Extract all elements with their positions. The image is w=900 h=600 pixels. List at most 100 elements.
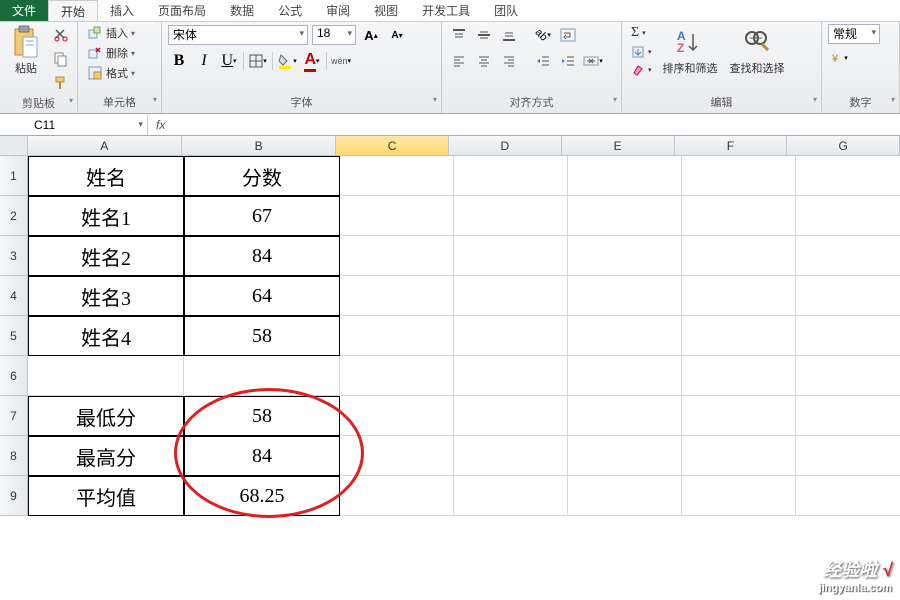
name-box[interactable]: C11 [28, 114, 148, 135]
cell[interactable] [682, 436, 796, 476]
cell[interactable] [454, 196, 568, 236]
cell[interactable] [568, 396, 682, 436]
cell-a3[interactable]: 姓名2 [28, 236, 184, 276]
underline-button[interactable]: U▾ [218, 50, 240, 72]
cell-a1[interactable]: 姓名 [28, 156, 184, 196]
cell-a5[interactable]: 姓名4 [28, 316, 184, 356]
cell[interactable] [796, 236, 900, 276]
paste-button[interactable]: 粘贴 [6, 24, 46, 78]
align-bottom-button[interactable] [498, 24, 520, 46]
clear-button[interactable]: ▾ [628, 62, 655, 78]
cell[interactable] [340, 156, 454, 196]
cells-area[interactable]: 姓名 分数 姓名1 67 姓名2 84 姓名3 64 姓名4 58 最低分 58… [28, 156, 900, 600]
font-name-combo[interactable]: 宋体 [168, 25, 308, 45]
select-all-corner[interactable] [0, 136, 28, 156]
fill-button[interactable]: ▾ [628, 44, 655, 60]
cell[interactable] [682, 236, 796, 276]
cell[interactable] [454, 156, 568, 196]
col-header-g[interactable]: G [787, 136, 900, 156]
decrease-indent-button[interactable] [532, 50, 554, 72]
cells-delete-button[interactable]: 删除▾ [84, 44, 138, 62]
cell-b2[interactable]: 67 [184, 196, 340, 236]
row-header-3[interactable]: 3 [0, 236, 28, 276]
cell[interactable] [796, 156, 900, 196]
increase-font-button[interactable]: A▴ [360, 24, 382, 46]
cell-b8[interactable]: 84 [184, 436, 340, 476]
font-size-combo[interactable]: 18 [312, 25, 356, 45]
cell[interactable] [340, 236, 454, 276]
tab-view[interactable]: 视图 [362, 0, 410, 21]
cell[interactable] [682, 156, 796, 196]
cell-a7[interactable]: 最低分 [28, 396, 184, 436]
cell[interactable] [454, 236, 568, 276]
cell-b7[interactable]: 58 [184, 396, 340, 436]
cell[interactable] [340, 316, 454, 356]
row-header-5[interactable]: 5 [0, 316, 28, 356]
cell[interactable] [682, 356, 796, 396]
row-header-8[interactable]: 8 [0, 436, 28, 476]
cell[interactable] [454, 316, 568, 356]
col-header-d[interactable]: D [449, 136, 562, 156]
copy-button[interactable] [50, 48, 72, 70]
cells-insert-button[interactable]: 插入▾ [84, 24, 138, 42]
align-top-button[interactable] [448, 24, 470, 46]
tab-file[interactable]: 文件 [0, 0, 48, 21]
cell-b1[interactable]: 分数 [184, 156, 340, 196]
cell-a2[interactable]: 姓名1 [28, 196, 184, 236]
cell-b5[interactable]: 58 [184, 316, 340, 356]
find-select-button[interactable]: 查找和选择 [726, 24, 789, 78]
cell[interactable] [682, 316, 796, 356]
border-button[interactable]: ▾ [247, 50, 269, 72]
cell[interactable] [568, 316, 682, 356]
row-header-6[interactable]: 6 [0, 356, 28, 396]
col-header-b[interactable]: B [182, 136, 336, 156]
row-header-4[interactable]: 4 [0, 276, 28, 316]
cell[interactable] [568, 476, 682, 516]
col-header-c[interactable]: C [336, 136, 449, 156]
increase-indent-button[interactable] [557, 50, 579, 72]
sort-filter-button[interactable]: AZ 排序和筛选 [659, 24, 722, 78]
cells-format-button[interactable]: 格式▾ [84, 64, 138, 82]
row-header-2[interactable]: 2 [0, 196, 28, 236]
align-center-button[interactable] [473, 50, 495, 72]
tab-layout[interactable]: 页面布局 [146, 0, 218, 21]
cell[interactable] [568, 236, 682, 276]
cell[interactable] [682, 196, 796, 236]
cell[interactable] [568, 156, 682, 196]
italic-button[interactable]: I [193, 50, 215, 72]
cell[interactable] [340, 276, 454, 316]
cell-a8[interactable]: 最高分 [28, 436, 184, 476]
cell[interactable] [796, 396, 900, 436]
cell-a4[interactable]: 姓名3 [28, 276, 184, 316]
col-header-f[interactable]: F [675, 136, 788, 156]
row-header-9[interactable]: 9 [0, 476, 28, 516]
format-painter-button[interactable] [50, 72, 72, 94]
decrease-font-button[interactable]: A▾ [386, 24, 408, 46]
cell[interactable] [682, 276, 796, 316]
fx-icon[interactable]: fx [156, 118, 165, 132]
cell[interactable] [340, 476, 454, 516]
fill-color-button[interactable]: ▾ [276, 50, 298, 72]
cell[interactable] [682, 396, 796, 436]
cell[interactable] [454, 436, 568, 476]
col-header-e[interactable]: E [562, 136, 675, 156]
cell[interactable] [568, 196, 682, 236]
cell[interactable] [340, 196, 454, 236]
align-right-button[interactable] [498, 50, 520, 72]
cell[interactable] [568, 276, 682, 316]
cell[interactable] [568, 356, 682, 396]
align-left-button[interactable] [448, 50, 470, 72]
tab-team[interactable]: 团队 [482, 0, 530, 21]
formula-input[interactable] [173, 114, 892, 135]
tab-dev[interactable]: 开发工具 [410, 0, 482, 21]
cell[interactable] [682, 476, 796, 516]
orientation-button[interactable]: ab▾ [532, 24, 554, 46]
cell[interactable] [568, 436, 682, 476]
cell[interactable] [340, 356, 454, 396]
tab-data[interactable]: 数据 [218, 0, 266, 21]
merge-button[interactable]: ▾ [582, 50, 604, 72]
number-format-combo[interactable]: 常规 [828, 24, 880, 44]
cell[interactable] [796, 476, 900, 516]
cell-b9[interactable]: 68.25 [184, 476, 340, 516]
phonetic-button[interactable]: wén▾ [330, 50, 352, 72]
